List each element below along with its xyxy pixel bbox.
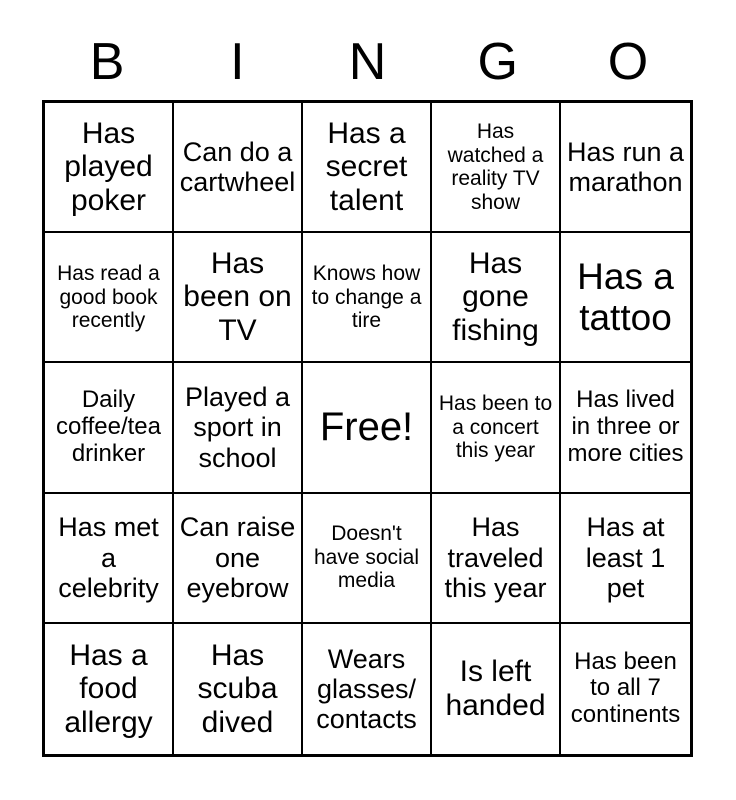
- bingo-grid: Has played poker Can do a cartwheel Has a …: [42, 100, 693, 757]
- bingo-square[interactable]: Wears glasses/ contacts: [303, 623, 432, 754]
- bingo-header-letter-2: N: [348, 33, 387, 91]
- bingo-square[interactable]: Has been on TV: [174, 233, 303, 364]
- bingo-square-label: Has met a celebrity: [58, 512, 159, 603]
- bingo-square[interactable]: Has run a marathon: [561, 103, 690, 234]
- bingo-square[interactable]: Is left handed: [432, 623, 561, 754]
- bingo-square[interactable]: Has been to all 7 continents: [561, 623, 690, 754]
- bingo-square[interactable]: Has scuba dived: [174, 623, 303, 754]
- bingo-square[interactable]: Has watched a reality TV show: [432, 103, 561, 234]
- bingo-header-letter-3: G: [477, 33, 518, 91]
- bingo-square-label: Wears glasses/ contacts: [316, 643, 417, 734]
- bingo-header-letter-4: O: [607, 33, 649, 91]
- bingo-square-label: Free!: [319, 405, 414, 450]
- bingo-square-label: Has read a good book recently: [57, 262, 160, 333]
- bingo-card: B I N G O Has played poker Can do a cartwheel…: [0, 0, 736, 800]
- bingo-square-label: Has watched a reality TV show: [447, 120, 544, 214]
- bingo-square-label: Has been to a concert this year: [438, 392, 553, 463]
- bingo-square[interactable]: Has played poker: [45, 103, 174, 234]
- bingo-square[interactable]: Has gone fishing: [432, 233, 561, 364]
- bingo-square-label: Has gone fishing: [452, 246, 539, 348]
- bingo-square-label: Has a food allergy: [64, 638, 153, 739]
- bingo-square-label: Has run a marathon: [566, 136, 685, 198]
- bingo-square-label: Can raise one eyebrow: [179, 512, 296, 603]
- bingo-square-label: Played a sport in school: [184, 382, 291, 473]
- bingo-square-label: Has a secret talent: [325, 116, 408, 217]
- bingo-square[interactable]: Has traveled this year: [432, 493, 561, 624]
- bingo-square-label: Has traveled this year: [444, 512, 547, 603]
- bingo-free-space[interactable]: Free!: [303, 363, 432, 494]
- bingo-square[interactable]: Has lived in three or more cities: [561, 363, 690, 494]
- bingo-square[interactable]: Daily coffee/tea drinker: [45, 363, 174, 494]
- bingo-header: BINGO: [42, 28, 693, 96]
- bingo-square-label: Has played poker: [64, 116, 153, 217]
- bingo-square[interactable]: Has a tattoo: [561, 233, 690, 364]
- bingo-square-label: Knows how to change a tire: [311, 262, 422, 333]
- bingo-square[interactable]: Played a sport in school: [174, 363, 303, 494]
- bingo-square[interactable]: Has met a celebrity: [45, 493, 174, 624]
- bingo-square-label: Has lived in three or more cities: [567, 386, 684, 467]
- bingo-square-label: Has a tattoo: [577, 255, 674, 339]
- bingo-square-label: Is left handed: [445, 655, 546, 722]
- bingo-square-label: Has been on TV: [183, 246, 292, 348]
- bingo-square[interactable]: Doesn't have social media: [303, 493, 432, 624]
- bingo-square[interactable]: Has been to a concert this year: [432, 363, 561, 494]
- bingo-square[interactable]: Has at least 1 pet: [561, 493, 690, 624]
- bingo-square-label: Has been to all 7 continents: [570, 647, 681, 729]
- bingo-square[interactable]: Has a food allergy: [45, 623, 174, 754]
- bingo-square[interactable]: Knows how to change a tire: [303, 233, 432, 364]
- bingo-square-label: Has at least 1 pet: [585, 512, 666, 603]
- bingo-square[interactable]: Can raise one eyebrow: [174, 493, 303, 624]
- bingo-square-label: Daily coffee/tea drinker: [56, 386, 161, 467]
- bingo-square[interactable]: Has read a good book recently: [45, 233, 174, 364]
- bingo-header-letter-1: I: [230, 33, 245, 91]
- bingo-square-label: Can do a cartwheel: [179, 136, 296, 198]
- bingo-square-label: Has scuba dived: [197, 638, 278, 739]
- bingo-header-letter-0: B: [89, 33, 125, 91]
- bingo-square[interactable]: Can do a cartwheel: [174, 103, 303, 234]
- bingo-square-label: Doesn't have social media: [313, 522, 420, 593]
- bingo-square[interactable]: Has a secret talent: [303, 103, 432, 234]
